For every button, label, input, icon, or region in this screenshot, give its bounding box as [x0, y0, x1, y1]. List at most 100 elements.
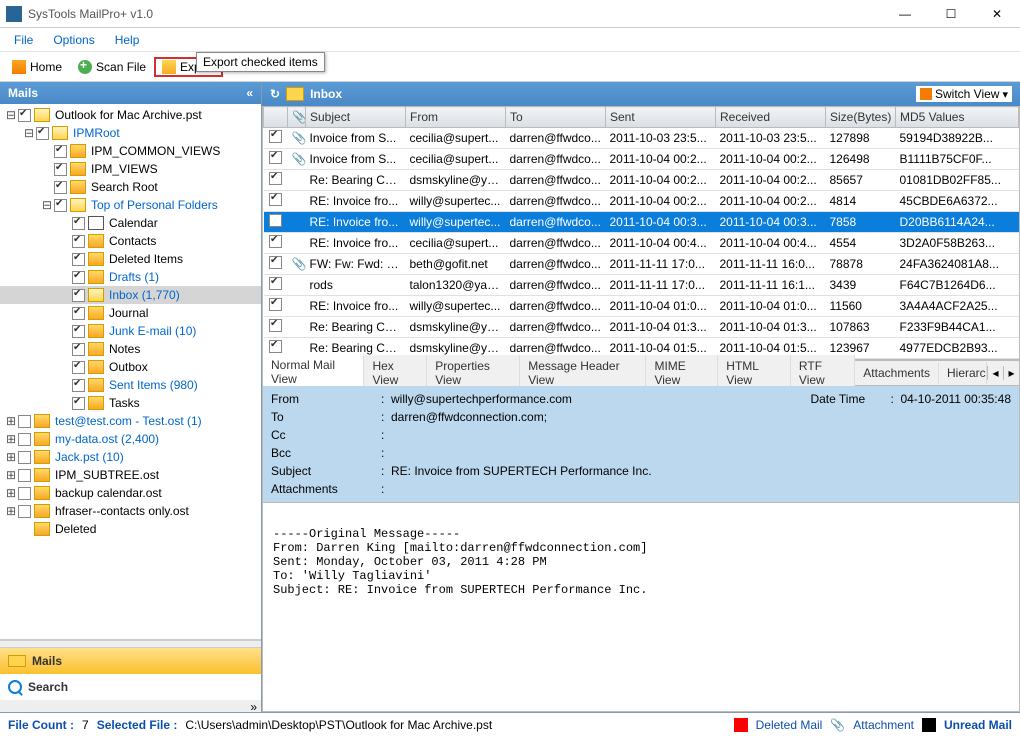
col-check[interactable]: [264, 107, 288, 128]
mail-row[interactable]: Re: Bearing Co...dsmskyline@ya...darren@…: [264, 317, 1019, 338]
checkbox[interactable]: [72, 271, 85, 284]
tree-file-jack[interactable]: ⊞Jack.pst (10): [0, 448, 261, 466]
checkbox[interactable]: [54, 181, 67, 194]
switch-view-button[interactable]: Switch View ▾: [916, 86, 1012, 102]
checkbox[interactable]: [18, 487, 31, 500]
checkbox[interactable]: [72, 361, 85, 374]
tree-ipmroot[interactable]: ⊟IPMRoot: [0, 124, 261, 142]
col-attach[interactable]: 📎: [288, 107, 306, 128]
tree-file-ipm-subtree[interactable]: ⊞IPM_SUBTREE.ost: [0, 466, 261, 484]
checkbox[interactable]: [54, 163, 67, 176]
checkbox[interactable]: [72, 379, 85, 392]
checkbox[interactable]: [18, 433, 31, 446]
checkbox[interactable]: [72, 217, 85, 230]
tree-ipm-common-views[interactable]: IPM_COMMON_VIEWS: [0, 142, 261, 160]
checkbox[interactable]: [18, 451, 31, 464]
checkbox[interactable]: [72, 235, 85, 248]
col-size[interactable]: Size(Bytes): [826, 107, 896, 128]
tree-deleted-items[interactable]: Deleted Items: [0, 250, 261, 268]
checkbox[interactable]: [54, 145, 67, 158]
row-checkbox[interactable]: [269, 193, 282, 206]
tree-contacts[interactable]: Contacts: [0, 232, 261, 250]
splitter-handle[interactable]: [0, 640, 261, 648]
tree-drafts[interactable]: Drafts (1): [0, 268, 261, 286]
tree-ipm-views[interactable]: IPM_VIEWS: [0, 160, 261, 178]
checkbox[interactable]: [72, 253, 85, 266]
row-checkbox[interactable]: [269, 277, 282, 290]
mail-body[interactable]: -----Original Message----- From: Darren …: [262, 503, 1020, 712]
tree-calendar[interactable]: Calendar: [0, 214, 261, 232]
tree-inbox[interactable]: Inbox (1,770): [0, 286, 261, 304]
checkbox[interactable]: [72, 289, 85, 302]
collapse-sidebar-icon[interactable]: «: [246, 86, 253, 100]
tree-junk[interactable]: Junk E-mail (10): [0, 322, 261, 340]
row-checkbox[interactable]: [269, 256, 282, 269]
checkbox[interactable]: [72, 343, 85, 356]
menu-file[interactable]: File: [4, 31, 43, 49]
mail-row[interactable]: 📎Invoice from S...cecilia@supert...darre…: [264, 149, 1019, 170]
tree-tasks[interactable]: Tasks: [0, 394, 261, 412]
home-button[interactable]: Home: [4, 58, 70, 76]
tree-top-personal[interactable]: ⊟Top of Personal Folders: [0, 196, 261, 214]
tab-attachments[interactable]: Attachments: [855, 362, 939, 384]
row-to: darren@ffwdco...: [506, 296, 606, 317]
mail-row[interactable]: rodstalon1320@yah...darren@ffwdco...2011…: [264, 275, 1019, 296]
tree-journal[interactable]: Journal: [0, 304, 261, 322]
col-md5[interactable]: MD5 Values: [896, 107, 1019, 128]
tab-scroll-left[interactable]: ◂: [987, 366, 1003, 380]
row-checkbox[interactable]: [269, 235, 282, 248]
col-subject[interactable]: Subject: [306, 107, 406, 128]
col-to[interactable]: To: [506, 107, 606, 128]
row-checkbox[interactable]: [269, 172, 282, 185]
row-checkbox[interactable]: [269, 151, 282, 164]
tree-file-backup[interactable]: ⊞backup calendar.ost: [0, 484, 261, 502]
tree-outbox[interactable]: Outbox: [0, 358, 261, 376]
checkbox[interactable]: [18, 109, 31, 122]
mail-row[interactable]: 📎FW: Fw: Fwd: F...beth@gofit.netdarren@f…: [264, 254, 1019, 275]
row-checkbox[interactable]: [269, 298, 282, 311]
checkbox[interactable]: [72, 325, 85, 338]
mail-row[interactable]: 📎Invoice from S...cecilia@supert...darre…: [264, 128, 1019, 149]
col-received[interactable]: Received: [716, 107, 826, 128]
checkbox[interactable]: [72, 397, 85, 410]
mail-row[interactable]: RE: Invoice fro...willy@supertec...darre…: [264, 212, 1019, 233]
tree-file-hfraser[interactable]: ⊞hfraser--contacts only.ost: [0, 502, 261, 520]
maximize-button[interactable]: ☐: [928, 0, 974, 28]
col-sent[interactable]: Sent: [606, 107, 716, 128]
folder-icon: [88, 252, 104, 266]
tree-deleted[interactable]: Deleted: [0, 520, 261, 538]
row-checkbox[interactable]: [269, 340, 282, 353]
checkbox[interactable]: [18, 469, 31, 482]
row-checkbox[interactable]: [269, 130, 282, 143]
mail-row[interactable]: RE: Invoice fro...cecilia@supert...darre…: [264, 233, 1019, 254]
mail-row[interactable]: Re: Bearing Co...dsmskyline@ya...darren@…: [264, 170, 1019, 191]
row-checkbox[interactable]: [269, 319, 282, 332]
menu-options[interactable]: Options: [43, 31, 104, 49]
minimize-button[interactable]: —: [882, 0, 928, 28]
menu-help[interactable]: Help: [105, 31, 150, 49]
tab-scroll-right[interactable]: ▸: [1003, 366, 1019, 380]
mail-row[interactable]: RE: Invoice fro...willy@supertec...darre…: [264, 296, 1019, 317]
checkbox[interactable]: [18, 505, 31, 518]
tree-file-mydata[interactable]: ⊞my-data.ost (2,400): [0, 430, 261, 448]
tree-sent[interactable]: Sent Items (980): [0, 376, 261, 394]
tab-hierarchy[interactable]: Hierarchy: [939, 362, 987, 384]
checkbox[interactable]: [18, 415, 31, 428]
checkbox[interactable]: [72, 307, 85, 320]
close-button[interactable]: ✕: [974, 0, 1020, 28]
nav-mails[interactable]: Mails: [0, 648, 261, 674]
tree-root[interactable]: ⊟Outlook for Mac Archive.pst: [0, 106, 261, 124]
row-checkbox[interactable]: [269, 214, 282, 227]
row-received: 2011-10-04 01:0...: [716, 296, 826, 317]
checkbox[interactable]: [36, 127, 49, 140]
folder-tree[interactable]: ⊟Outlook for Mac Archive.pst ⊟IPMRoot IP…: [0, 104, 261, 639]
nav-overflow[interactable]: »: [0, 700, 261, 712]
tree-search-root[interactable]: Search Root: [0, 178, 261, 196]
tree-notes[interactable]: Notes: [0, 340, 261, 358]
tree-file-test[interactable]: ⊞test@test.com - Test.ost (1): [0, 412, 261, 430]
checkbox[interactable]: [54, 199, 67, 212]
col-from[interactable]: From: [406, 107, 506, 128]
nav-search[interactable]: Search: [0, 674, 261, 700]
mail-row[interactable]: RE: Invoice fro...willy@supertec...darre…: [264, 191, 1019, 212]
scan-file-button[interactable]: Scan File: [70, 58, 154, 76]
